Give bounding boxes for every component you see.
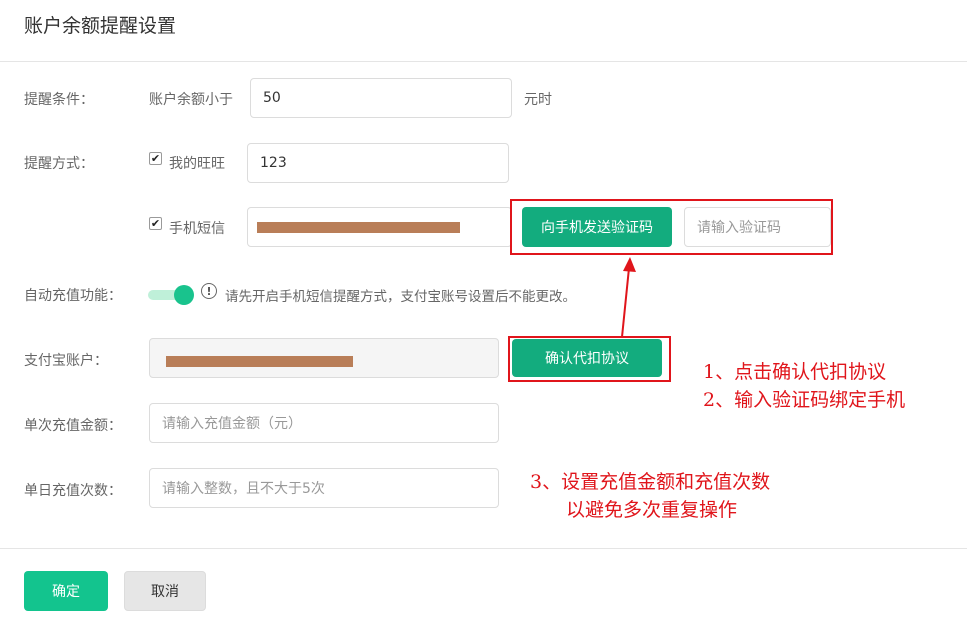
alipay-account-label: 支付宝账户： [24,353,108,369]
check-icon: ✔ [150,152,161,165]
wangwang-checkbox[interactable]: ✔ [149,152,162,165]
redacted-alipay-account [166,355,353,367]
page-title: 账户余额提醒设置 [24,15,177,37]
footer-divider [0,548,967,549]
annotation-arrow [621,257,636,338]
auto-recharge-hint: 请先开启手机短信提醒方式，支付宝账号设置后不能更改。 [225,289,576,305]
alert-method-label: 提醒方式： [24,156,94,172]
phone-number-input[interactable] [247,207,512,247]
wangwang-label: 我的旺旺 [169,156,225,172]
redacted-phone-number [257,221,460,233]
annotation-step3-line1: 3、设置充值金额和充值次数 [530,471,771,493]
verification-code-input[interactable]: 请输入验证码 [684,207,831,247]
wangwang-input[interactable]: 123 [247,143,509,183]
sms-checkbox[interactable]: ✔ [149,217,162,230]
annotation-step3-line2: 以避免多次重复操作 [566,499,738,521]
balance-less-than-label: 账户余额小于 [149,92,233,108]
wangwang-value: 123 [260,155,287,171]
verification-code-placeholder: 请输入验证码 [697,220,781,236]
alert-condition-label: 提醒条件： [24,92,94,108]
ok-button[interactable]: 确定 [24,571,108,611]
sms-label: 手机短信 [169,221,225,237]
alipay-account-input[interactable] [149,338,499,378]
yuan-suffix-label: 元时 [524,92,552,108]
toggle-knob [174,285,194,305]
cancel-button[interactable]: 取消 [124,571,206,611]
daily-count-placeholder: 请输入整数，且不大于5次 [162,481,325,497]
daily-count-input[interactable]: 请输入整数，且不大于5次 [149,468,499,508]
info-icon: ! [201,283,217,299]
single-amount-input[interactable]: 请输入充值金额（元） [149,403,499,443]
single-amount-placeholder: 请输入充值金额（元） [162,416,302,432]
threshold-amount-value: 50 [263,90,281,106]
threshold-amount-input[interactable]: 50 [250,78,512,118]
single-amount-label: 单次充值金额： [24,418,122,434]
check-icon: ✔ [150,217,161,230]
send-code-button[interactable]: 向手机发送验证码 [522,207,672,247]
annotation-step1: 1、点击确认代扣协议 [703,361,887,383]
auto-recharge-label: 自动充值功能： [24,288,122,304]
daily-count-label: 单日充值次数： [24,483,122,499]
annotation-step2: 2、输入验证码绑定手机 [703,389,906,411]
header-divider [0,61,967,62]
